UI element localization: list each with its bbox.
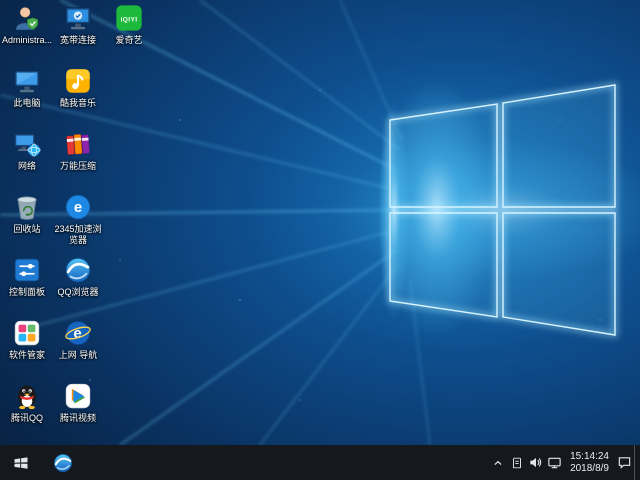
desktop-icon-label: 此电脑 [13,98,41,108]
network-places-icon [12,129,42,159]
desktop-icon-web-navigation[interactable]: 上网 导航 [53,318,103,380]
administrator-icon [12,3,42,33]
network-icon [547,455,562,470]
chevron-up-icon [491,456,505,470]
windows-desktop-screen: Administra... 此电脑 网络 回收站 控制面板 软件管家 腾讯QQ … [0,0,640,480]
tray-document-button[interactable] [507,445,526,480]
desktop-icon-grid: Administra... 此电脑 网络 回收站 控制面板 软件管家 腾讯QQ … [2,3,154,443]
desktop-icon-label: 回收站 [13,224,41,234]
taskbar: 15:14:24 2018/8/9 [0,445,640,480]
desktop-icon-this-pc[interactable]: 此电脑 [2,66,52,128]
recycle-bin-icon [12,192,42,222]
qq-browser-icon [63,255,93,285]
network-button[interactable] [545,445,564,480]
desktop-icon-administrator[interactable]: Administra... [2,3,52,65]
desktop-icon-label: 网络 [17,161,36,171]
this-pc-icon [12,66,42,96]
desktop-icon-label: 万能压缩 [59,161,96,171]
system-tray: 15:14:24 2018/8/9 [488,445,640,480]
tencent-video-icon [63,381,93,411]
desktop-icon-label: 上网 导航 [58,350,98,360]
clock-time: 15:14:24 [570,450,609,462]
tray-expand-button[interactable] [488,445,507,480]
browser-e-icon [63,192,93,222]
desktop-icon-qq-browser[interactable]: QQ浏览器 [53,255,103,317]
zip-archive-icon [63,129,93,159]
clock-date: 2018/8/9 [570,462,609,474]
document-icon [510,456,524,470]
qq-penguin-icon [12,381,42,411]
software-manager-icon [12,318,42,348]
start-button[interactable] [0,445,42,480]
desktop-icon-tencent-video[interactable]: 腾讯视频 [53,381,103,443]
action-center-icon [617,455,632,470]
desktop: Administra... 此电脑 网络 回收站 控制面板 软件管家 腾讯QQ … [0,0,640,445]
taskbar-empty-area [84,445,488,480]
desktop-icon-wanneng-zip[interactable]: 万能压缩 [53,129,103,191]
desktop-icon-label: 软件管家 [8,350,45,360]
desktop-icon-kuwo-music[interactable]: 酷我音乐 [53,66,103,128]
desktop-icon-label: 2345加速浏览器 [54,224,102,245]
desktop-icon-control-panel[interactable]: 控制面板 [2,255,52,317]
desktop-icon-label: 宽带连接 [59,35,96,45]
desktop-icon-software-manager[interactable]: 软件管家 [2,318,52,380]
broadband-icon [63,3,93,33]
desktop-icon-broadband[interactable]: 宽带连接 [53,3,103,65]
control-panel-icon [12,255,42,285]
desktop-icon-recycle-bin[interactable]: 回收站 [2,192,52,254]
desktop-icon-label: 腾讯视频 [59,413,96,423]
volume-icon [528,455,543,470]
action-center-button[interactable] [615,445,634,480]
volume-button[interactable] [526,445,545,480]
windows-start-icon [13,455,29,471]
desktop-icon-label: 爱奇艺 [115,35,143,45]
qq-browser-icon [52,452,74,474]
desktop-icon-label: 酷我音乐 [59,98,96,108]
iqiyi-icon [114,3,144,33]
desktop-icon-label: QQ浏览器 [57,287,99,297]
desktop-icon-label: 控制面板 [8,287,45,297]
desktop-icon-iqiyi[interactable]: 爱奇艺 [104,3,154,65]
kuwo-music-icon [63,66,93,96]
desktop-icon-2345-browser[interactable]: 2345加速浏览器 [53,192,103,254]
taskbar-clock[interactable]: 15:14:24 2018/8/9 [564,451,615,475]
show-desktop-button[interactable] [634,445,640,480]
taskbar-qq-browser-button[interactable] [42,445,84,480]
desktop-icon-label: 腾讯QQ [10,413,43,423]
desktop-icon-network[interactable]: 网络 [2,129,52,191]
desktop-icon-label: Administra... [2,35,53,45]
navigation-e-icon [63,318,93,348]
desktop-icon-tencent-qq[interactable]: 腾讯QQ [2,381,52,443]
